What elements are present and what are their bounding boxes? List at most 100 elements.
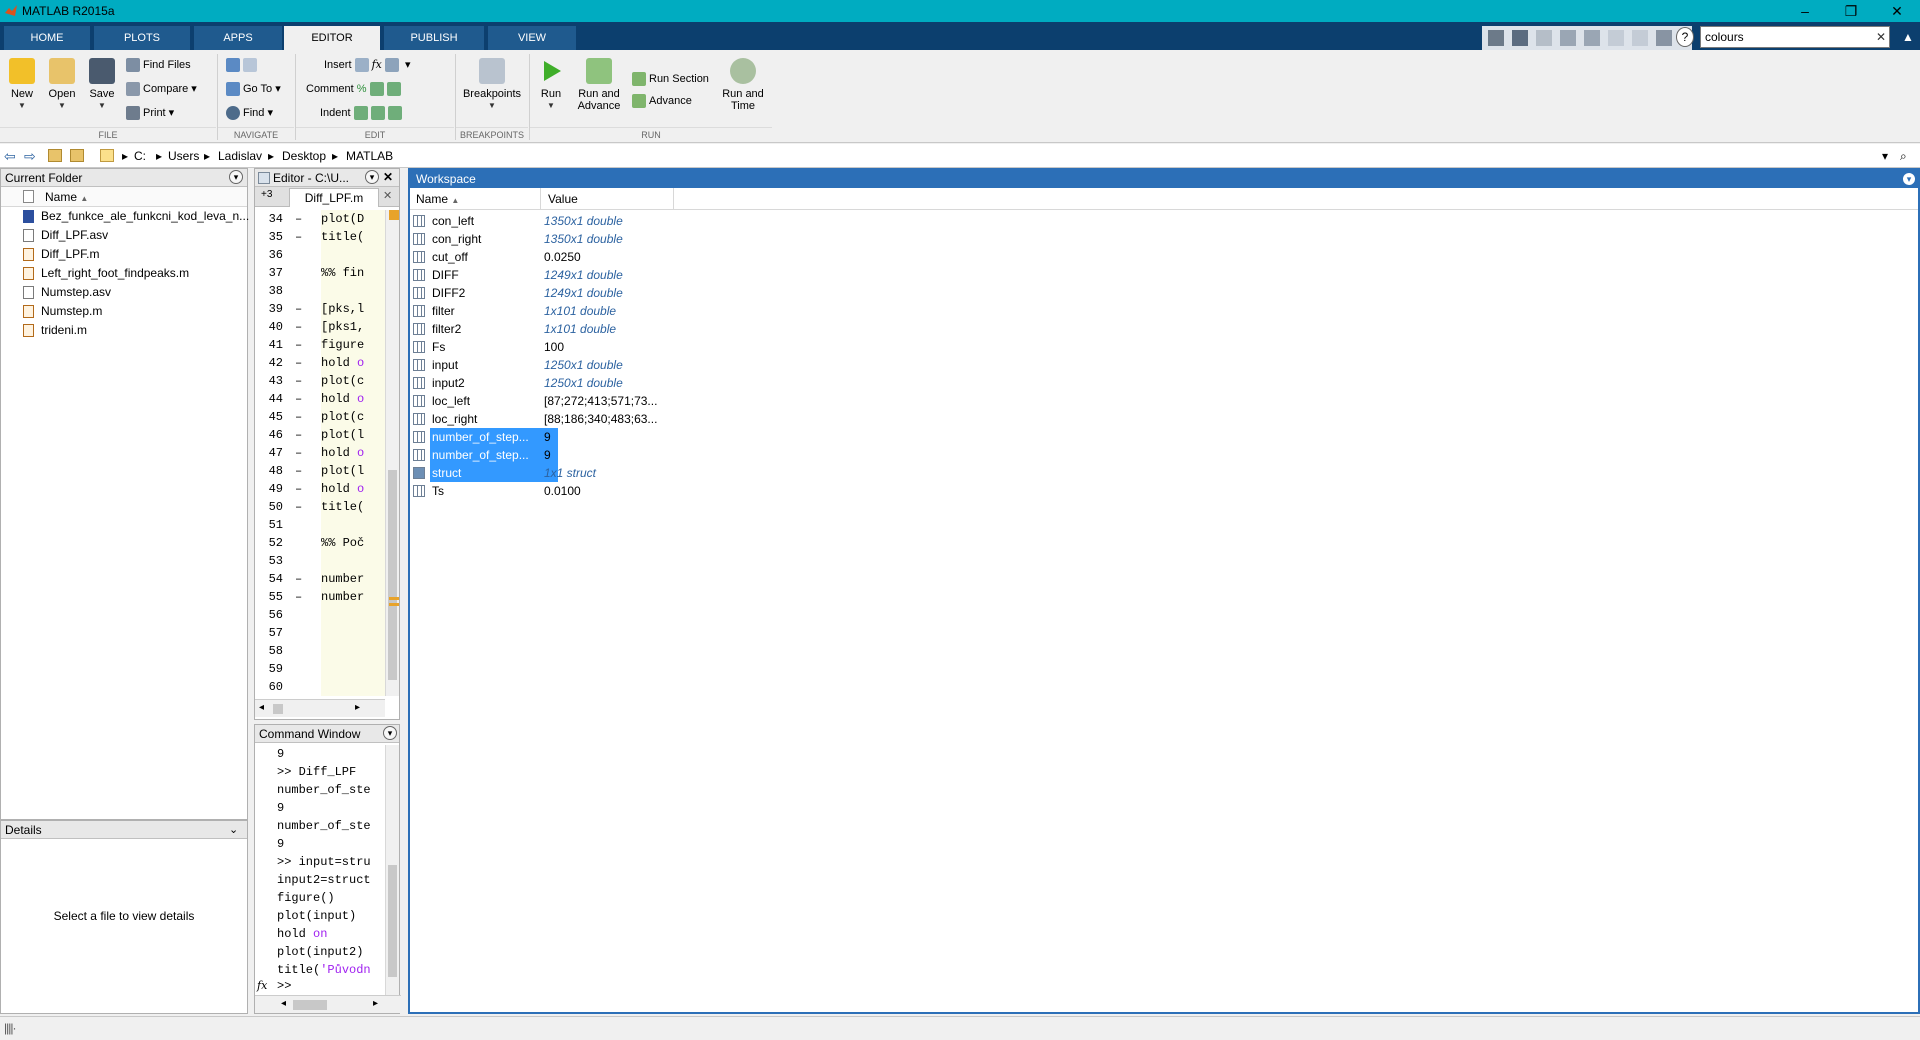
line-number[interactable]: 37	[263, 264, 283, 282]
line-number[interactable]: 54	[263, 570, 283, 588]
workspace-variable-row[interactable]: filter 1x101 double	[410, 302, 1918, 320]
breakpoint-dash[interactable]: –	[295, 570, 302, 588]
save-icon[interactable]	[1512, 30, 1528, 46]
path-segment[interactable]: MATLAB	[346, 149, 393, 163]
workspace-variable-row[interactable]: Ts 0.0100	[410, 482, 1918, 500]
advance-button[interactable]: Advance	[632, 92, 692, 110]
workspace-variable-row[interactable]: filter2 1x101 double	[410, 320, 1918, 338]
open-button[interactable]: Open ▼	[44, 58, 80, 110]
breakpoint-dash[interactable]: –	[295, 336, 302, 354]
back-icon[interactable]: ⇦	[4, 148, 16, 165]
workspace-variable-row[interactable]: loc_right [88;186;340;483;63...	[410, 410, 1918, 428]
breakpoint-dash[interactable]: –	[295, 408, 302, 426]
breakpoints-button[interactable]: Breakpoints ▼	[460, 58, 524, 110]
workspace-variable-row[interactable]: Fs 100	[410, 338, 1918, 356]
line-number[interactable]: 38	[263, 282, 283, 300]
workspace-variable-row[interactable]: cut_off 0.0250	[410, 248, 1918, 266]
details-collapse-icon[interactable]: ⌄	[229, 823, 238, 836]
close-editor-icon[interactable]: ✕	[383, 170, 393, 184]
code-line[interactable]: 52 %% Poč	[255, 534, 385, 552]
code-line[interactable]: 53	[255, 552, 385, 570]
code-line[interactable]: 46– plot(l	[255, 426, 385, 444]
clear-search-icon[interactable]: ✕	[1872, 27, 1890, 47]
workspace-variable-row[interactable]: loc_left [87;272;413;571;73...	[410, 392, 1918, 410]
name-column-header[interactable]: Name ▲	[410, 188, 541, 210]
code-line[interactable]: 58	[255, 642, 385, 660]
line-number[interactable]: 58	[263, 642, 283, 660]
tab-editor[interactable]: EDITOR	[284, 26, 380, 50]
paste-icon[interactable]	[1584, 30, 1600, 46]
line-number[interactable]: 51	[263, 516, 283, 534]
code-line[interactable]: 48– plot(l	[255, 462, 385, 480]
restore-button[interactable]: ❐	[1828, 0, 1874, 22]
browse-folder-icon[interactable]	[70, 149, 84, 162]
tab-home[interactable]: HOME	[4, 26, 90, 50]
panel-actions-icon[interactable]: ▾	[229, 170, 243, 184]
code-line[interactable]: 60	[255, 678, 385, 696]
close-tab-icon[interactable]: ✕	[383, 189, 392, 202]
line-number[interactable]: 34	[263, 210, 283, 228]
run-button[interactable]: Run ▼	[534, 58, 568, 110]
code-line[interactable]: 50– title(	[255, 498, 385, 516]
scroll-left-icon[interactable]: ◂	[281, 998, 286, 1009]
editor-vertical-scrollbar[interactable]	[385, 210, 399, 696]
scroll-right-icon[interactable]: ▸	[355, 702, 360, 713]
workspace-variable-row[interactable]: struct 1x1 struct	[410, 464, 1918, 482]
scroll-right-icon[interactable]: ▸	[373, 998, 378, 1009]
line-number[interactable]: 57	[263, 624, 283, 642]
file-item[interactable]: Bez_funkce_ale_funkcni_kod_leva_n...	[1, 207, 249, 226]
file-item[interactable]: Numstep.asv	[1, 283, 247, 302]
path-segment[interactable]: Ladislav	[218, 149, 262, 163]
code-line[interactable]: 42– hold o	[255, 354, 385, 372]
minimize-button[interactable]: –	[1782, 0, 1828, 22]
run-section-button[interactable]: Run Section	[632, 70, 709, 88]
code-line[interactable]: 44– hold o	[255, 390, 385, 408]
code-line[interactable]: 54– number	[255, 570, 385, 588]
command-horizontal-scrollbar[interactable]: ◂ ▸	[255, 995, 401, 1013]
run-and-advance-button[interactable]: Run and Advance	[574, 58, 624, 112]
line-number[interactable]: 40	[263, 318, 283, 336]
breakpoint-dash[interactable]: –	[295, 462, 302, 480]
compare-button[interactable]: Compare ▾	[126, 80, 197, 98]
line-number[interactable]: 56	[263, 606, 283, 624]
breakpoint-dash[interactable]: –	[295, 588, 302, 606]
indent-button[interactable]: Indent	[320, 104, 405, 122]
tab-publish[interactable]: PUBLISH	[384, 26, 484, 50]
scroll-thumb[interactable]	[293, 1000, 327, 1010]
path-segment[interactable]: Users	[168, 149, 199, 163]
line-number[interactable]: 59	[263, 660, 283, 678]
find-files-button[interactable]: Find Files	[126, 56, 191, 74]
code-line[interactable]: 51	[255, 516, 385, 534]
collapse-toolstrip-icon[interactable]: ▲	[1898, 27, 1918, 47]
line-number[interactable]: 39	[263, 300, 283, 318]
code-line[interactable]: 39– [pks,l	[255, 300, 385, 318]
line-number[interactable]: 35	[263, 228, 283, 246]
line-number[interactable]: 45	[263, 408, 283, 426]
switch-windows-icon[interactable]	[1656, 30, 1672, 46]
line-number[interactable]: 47	[263, 444, 283, 462]
workspace-variable-row[interactable]: con_left 1350x1 double	[410, 212, 1918, 230]
line-number[interactable]: 41	[263, 336, 283, 354]
path-segment[interactable]: Desktop	[282, 149, 326, 163]
copy-icon[interactable]	[1560, 30, 1576, 46]
line-number[interactable]: 55	[263, 588, 283, 606]
close-window-button[interactable]: ✕	[1874, 0, 1920, 22]
code-line[interactable]: 55– number	[255, 588, 385, 606]
path-dropdown-icon[interactable]: ▾	[1882, 149, 1888, 163]
breakpoint-dash[interactable]: –	[295, 354, 302, 372]
value-column-header[interactable]: Value	[542, 188, 674, 210]
breakpoint-dash[interactable]: –	[295, 480, 302, 498]
workspace-variable-row[interactable]: input 1250x1 double	[410, 356, 1918, 374]
undo-icon[interactable]	[1608, 30, 1624, 46]
code-line[interactable]: 47– hold o	[255, 444, 385, 462]
new-button[interactable]: New ▼	[4, 58, 40, 110]
redo-icon[interactable]	[1632, 30, 1648, 46]
breakpoint-dash[interactable]: –	[295, 318, 302, 336]
hidden-tabs-count[interactable]: +3	[261, 189, 272, 200]
code-line[interactable]: 56	[255, 606, 385, 624]
code-line[interactable]: 37 %% fin	[255, 264, 385, 282]
editor-tab-diff-lpf[interactable]: Diff_LPF.m	[289, 188, 379, 207]
code-line[interactable]: 45– plot(c	[255, 408, 385, 426]
code-line[interactable]: 38	[255, 282, 385, 300]
file-item[interactable]: trideni.m	[1, 321, 247, 340]
